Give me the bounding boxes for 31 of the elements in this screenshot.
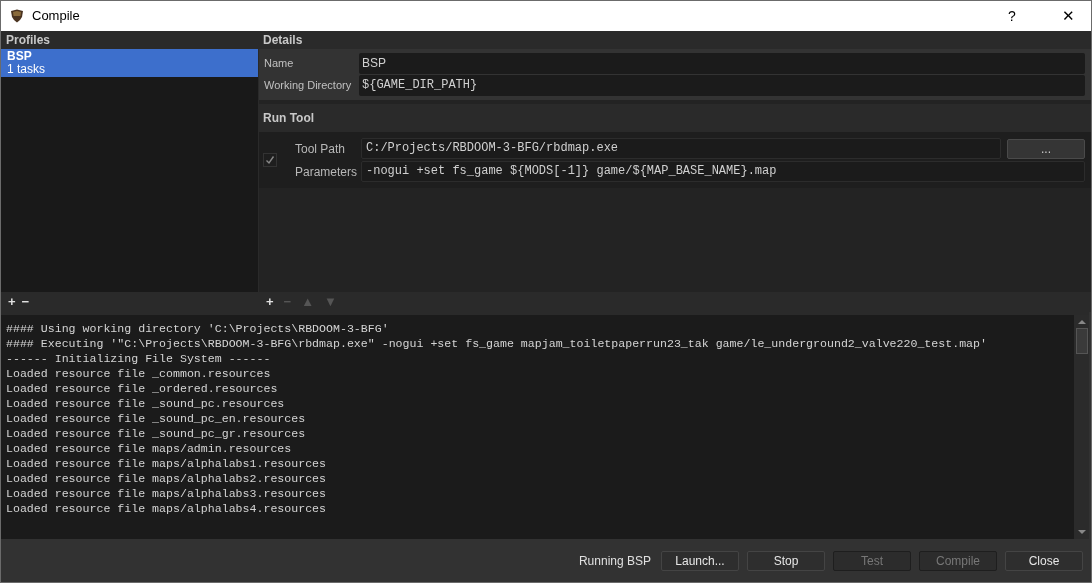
input-field[interactable]: BSP <box>359 53 1085 74</box>
down-arrow-icon[interactable] <box>1076 527 1087 537</box>
input-field[interactable]: -nogui +set fs_game ${MODS[-1]} game/${MAP_BASE_NAME}.map <box>361 161 1085 182</box>
log-output: #### Using working directory 'C:\Projects\RBDOOM-3-BFG' #### Executing '"C:\Projects\RBDOOM-3-BFG\rbdmap.exe" -nogui +set fs_game mapjam_toiletpaperrun23_tak game/le_underground2_valve220_test.map' ------ Initializing File System ------ Loaded resource file _common.resources Loaded resource file _ordered.resources Loaded resource file _sound_pc.resources Loaded resource file _sound_pc_en.resources Loaded resource file _sound_pc_gr.resources Loaded resource file maps/admin.resources Loaded resource file maps/alphalabs1.resources Loaded resource file maps/alphalabs2.resources Loaded resource file maps/alphalabs3.resources Loaded resource file maps/alphalabs4.resources <box>5 321 988 517</box>
field-label: Working Directory <box>263 78 353 94</box>
scrollbar-thumb[interactable] <box>1075 328 1088 354</box>
browse-button[interactable]: ... <box>1007 138 1085 159</box>
input-field[interactable]: C:/Projects/RBDOOM-3-BFG/rbdmap.exe <box>361 138 1001 159</box>
status-text: Running BSP <box>578 552 651 570</box>
window-title: Compile <box>32 7 80 26</box>
profile-item[interactable]: BSP 1 tasks <box>1 49 258 77</box>
panel-header: Details <box>259 31 1091 49</box>
close-button[interactable]: ✕ <box>1045 1 1091 31</box>
field-label: Tool Path <box>295 140 347 158</box>
shield-icon <box>10 9 24 23</box>
dialog-button[interactable]: Stop <box>747 550 825 571</box>
dialog-button[interactable]: Launch... <box>661 550 739 571</box>
help-button[interactable]: ? <box>989 1 1035 31</box>
checkbox[interactable] <box>263 153 277 167</box>
toolbar-button[interactable]: + <box>8 295 16 309</box>
checkmark-icon <box>265 155 275 165</box>
scrollbar[interactable] <box>1074 315 1089 539</box>
input-field[interactable]: ${GAME_DIR_PATH} <box>359 75 1085 96</box>
up-arrow-icon[interactable] <box>1076 317 1087 327</box>
section-header: Run Tool <box>259 104 1091 132</box>
toolbar-button[interactable]: + <box>266 295 274 309</box>
field-label: Parameters <box>295 163 355 181</box>
dialog-button[interactable]: Close <box>1005 550 1083 571</box>
field-label: Name <box>263 56 295 72</box>
toolbar-button[interactable]: − <box>21 295 30 309</box>
panel-header: Profiles <box>1 31 258 49</box>
